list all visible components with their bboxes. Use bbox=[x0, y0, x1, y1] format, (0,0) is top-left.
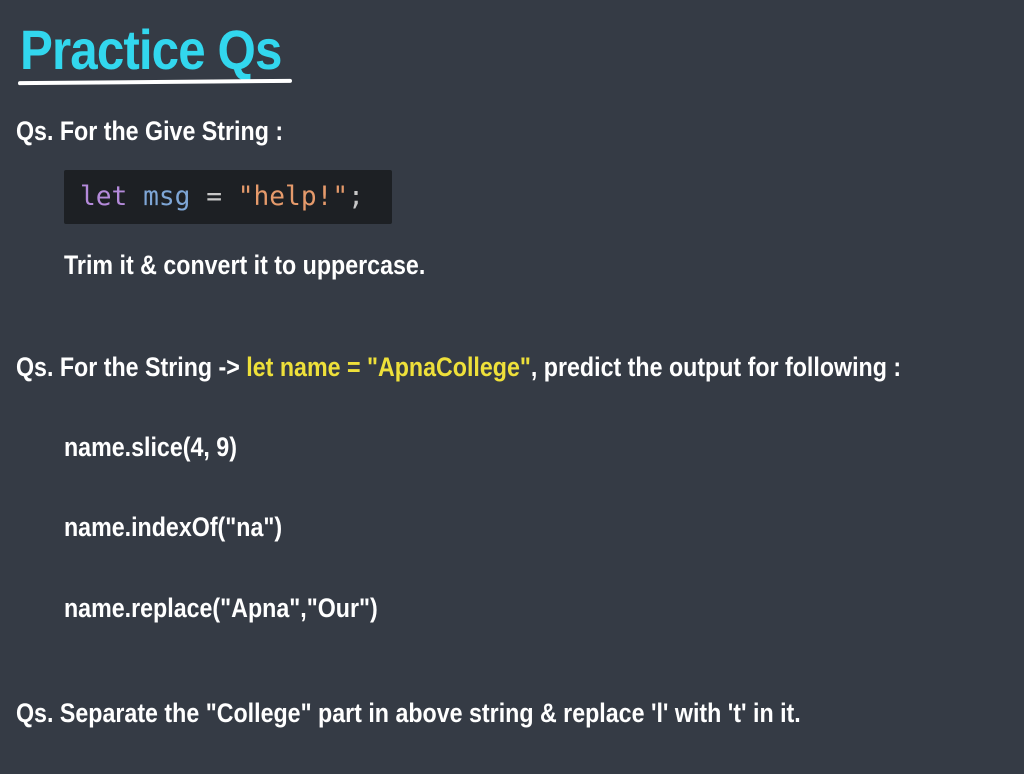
expression-slice: name.slice(4, 9) bbox=[64, 432, 237, 462]
code-variable: msg bbox=[143, 181, 191, 212]
question-2-prefix: Qs. For the String -> bbox=[16, 352, 247, 382]
question-2-highlight: let name = "ApnaCollege" bbox=[246, 352, 531, 382]
expression-indexof: name.indexOf("na") bbox=[64, 512, 283, 542]
expression-replace: name.replace("Apna","Our") bbox=[64, 593, 378, 623]
code-block: let msg = "help!"; bbox=[64, 170, 392, 224]
code-line: let msg = "help!"; bbox=[80, 178, 364, 216]
code-operator: = bbox=[206, 181, 222, 212]
question-2-suffix: , predict the output for following : bbox=[530, 352, 902, 382]
code-terminator: ; bbox=[348, 181, 364, 212]
question-3-prompt: Qs. Separate the "College" part in above… bbox=[16, 698, 801, 728]
question-2-prompt: Qs. For the String -> let name = "ApnaCo… bbox=[16, 350, 901, 384]
question-1-instruction: Trim it & convert it to uppercase. bbox=[64, 250, 426, 280]
code-keyword: let bbox=[80, 181, 128, 212]
code-string: "help!" bbox=[237, 181, 349, 212]
page-title: Practice Qs bbox=[20, 18, 282, 81]
question-1-prompt: Qs. For the Give String : bbox=[16, 116, 284, 146]
